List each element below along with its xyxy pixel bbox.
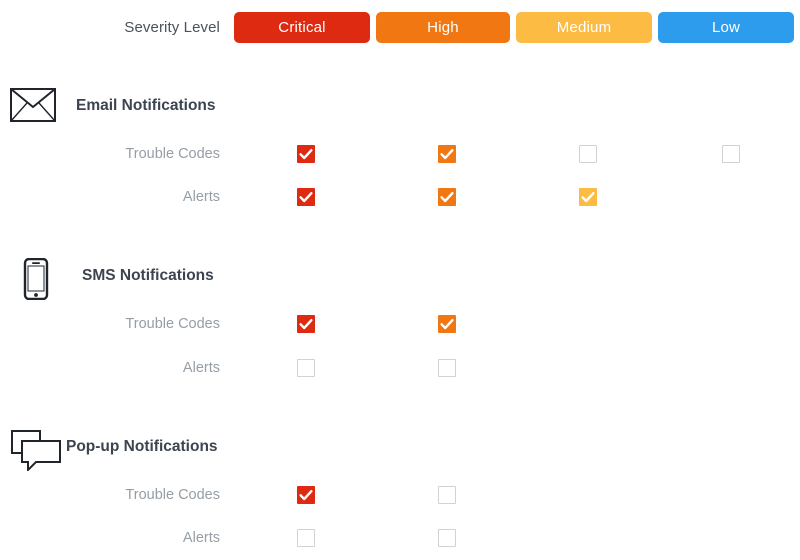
checkbox-sms-trouble-codes-high[interactable] [438,315,456,333]
option-row-sms-alerts: Alerts [0,356,800,380]
checkbox-email-trouble-codes-high[interactable] [438,145,456,163]
checkbox-email-alerts-high[interactable] [438,188,456,206]
severity-chip-high[interactable]: High [376,12,510,43]
envelope-icon [10,88,56,124]
checkbox-email-alerts-critical[interactable] [297,188,315,206]
checkbox-email-alerts-medium[interactable] [579,188,597,206]
option-label-email-alerts: Alerts [182,189,220,205]
severity-chip-low[interactable]: Low [658,12,794,43]
severity-chip-medium[interactable]: Medium [516,12,652,43]
severity-header-row: Severity Level Critical High Medium Low [0,12,800,44]
checkbox-email-trouble-codes-medium[interactable] [579,145,597,163]
section-title-email: Email Notifications [76,97,216,114]
option-row-popup-trouble-codes: Trouble Codes [0,483,800,507]
checkbox-popup-alerts-critical[interactable] [297,529,315,547]
section-title-sms: SMS Notifications [82,267,214,284]
option-row-email-trouble-codes: Trouble Codes [0,142,800,166]
severity-level-label: Severity Level [124,19,220,36]
option-label-popup-alerts: Alerts [182,530,220,546]
option-label-sms-trouble-codes: Trouble Codes [125,316,220,332]
severity-chip-critical[interactable]: Critical [234,12,370,43]
option-row-email-alerts: Alerts [0,185,800,209]
checkbox-email-trouble-codes-low[interactable] [722,145,740,163]
checkbox-sms-alerts-high[interactable] [438,359,456,377]
option-label-popup-trouble-codes: Trouble Codes [125,487,220,503]
checkbox-popup-trouble-codes-critical[interactable] [297,486,315,504]
checkbox-sms-alerts-critical[interactable] [297,359,315,377]
checkbox-sms-trouble-codes-critical[interactable] [297,315,315,333]
section-title-popup: Pop-up Notifications [66,438,218,455]
section-header-sms: SMS Notifications [0,257,800,301]
option-label-sms-alerts: Alerts [182,360,220,376]
checkbox-popup-alerts-high[interactable] [438,529,456,547]
chat-bubbles-icon [10,429,61,473]
option-row-popup-alerts: Alerts [0,526,800,550]
checkbox-popup-trouble-codes-high[interactable] [438,486,456,504]
option-row-sms-trouble-codes: Trouble Codes [0,312,800,336]
smartphone-icon [10,257,56,301]
option-label-email-trouble-codes: Trouble Codes [125,146,220,162]
section-header-popup: Pop-up Notifications [0,429,800,473]
section-header-email: Email Notifications [0,88,800,128]
checkbox-email-trouble-codes-critical[interactable] [297,145,315,163]
